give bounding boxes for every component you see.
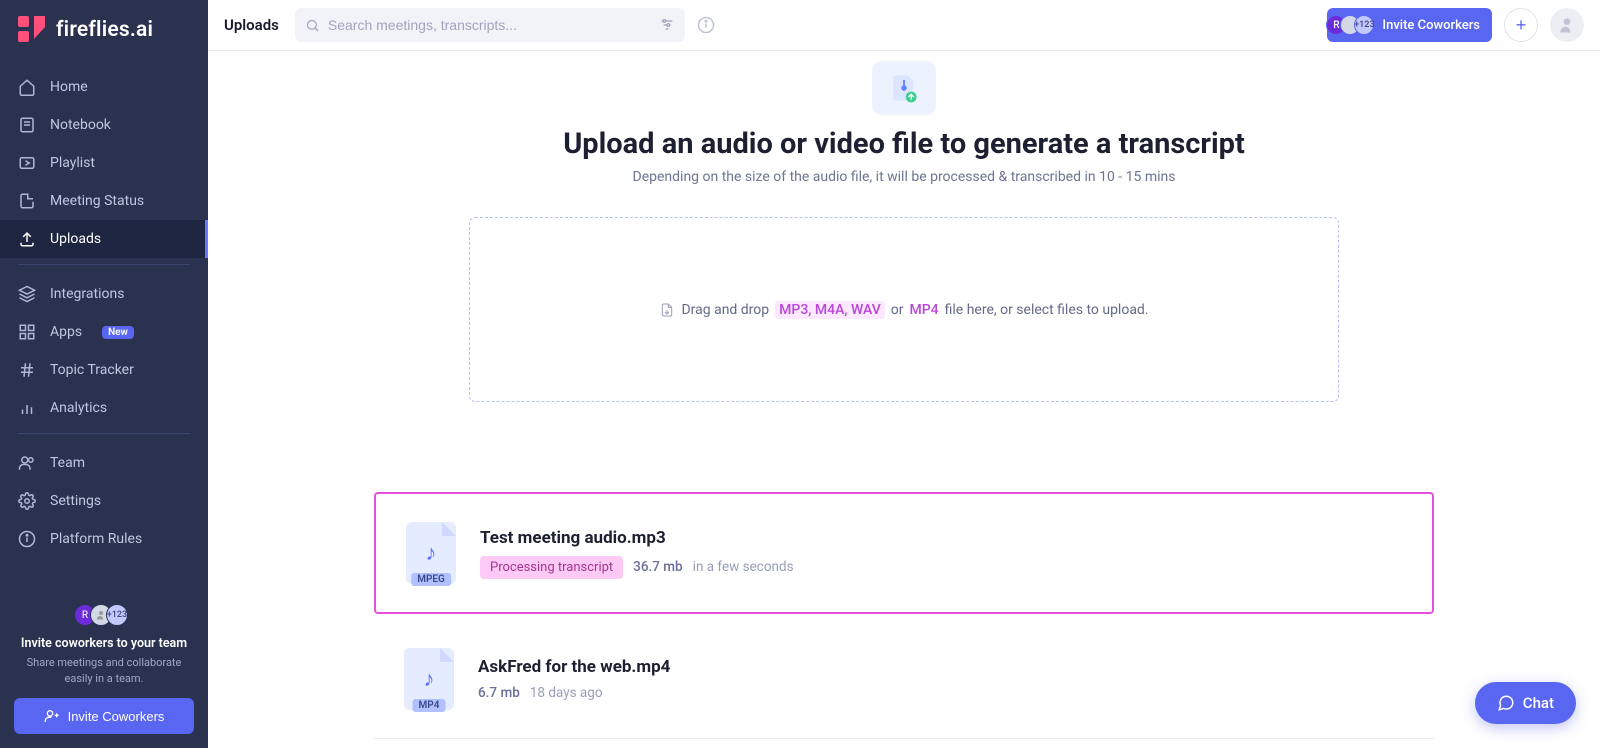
nav-label: Meeting Status [50,193,144,209]
divider [18,264,190,265]
file-icon: ♪ MP4 [404,648,454,710]
nav-label: Platform Rules [50,531,142,547]
file-size: 6.7 mb [478,685,520,701]
apps-icon [18,323,36,341]
avatar-more: +123 [1354,15,1374,35]
file-size: 36.7 mb [633,559,682,575]
new-badge: New [102,326,134,339]
search-icon [305,18,320,33]
sidebar-item-apps[interactable]: Apps New [0,313,208,351]
formats-audio: MP3, M4A, WAV [775,301,885,319]
sidebar-footer: R +123 Invite coworkers to your team Sha… [0,590,208,748]
file-ext-badge: MP4 [413,699,446,712]
status-badge: Processing transcript [480,556,623,579]
filter-icon[interactable] [659,17,675,33]
nav-label: Analytics [50,400,107,416]
formats-video: MP4 [910,302,939,318]
file-name: Test meeting audio.mp3 [480,528,794,548]
sidebar-item-settings[interactable]: Settings [0,482,208,520]
upload-hero-icon [872,61,936,115]
status-icon [18,192,36,210]
nav-label: Team [50,455,85,471]
search-field[interactable] [328,17,651,33]
upload-row[interactable]: ♪ MP4 AskFred for the web.mp4 6.7 mb 18 … [374,620,1434,739]
hash-icon [18,361,36,379]
file-drop-icon [659,302,675,318]
chat-icon [1497,694,1515,712]
nav-label: Settings [50,493,101,509]
nav-label: Topic Tracker [50,362,134,378]
content: Upload an audio or video file to generat… [208,51,1600,748]
sidebar-item-home[interactable]: Home [0,68,208,106]
divider [18,433,190,434]
footer-subtitle: Share meetings and collaborate easily in… [14,655,194,686]
footer-title: Invite coworkers to your team [14,636,194,651]
uploads-list: ♪ MPEG Test meeting audio.mp3 Processing… [374,492,1434,739]
home-icon [18,78,36,96]
logo-text: fireflies.ai [56,18,153,42]
nav-label: Apps [50,324,82,340]
file-time: 18 days ago [530,685,603,701]
nav-label: Integrations [50,286,124,302]
sidebar-item-meeting-status[interactable]: Meeting Status [0,182,208,220]
info-icon[interactable] [697,16,715,34]
page-title: Uploads [224,16,279,34]
upload-row[interactable]: ♪ MPEG Test meeting audio.mp3 Processing… [374,492,1434,614]
user-avatar[interactable] [1550,8,1584,42]
file-time: in a few seconds [693,559,794,575]
upload-icon [18,230,36,248]
avatar-stack: R +123 [14,604,194,626]
analytics-icon [18,399,36,417]
sidebar-item-notebook[interactable]: Notebook [0,106,208,144]
invite-coworkers-button[interactable]: Invite Coworkers [14,698,194,734]
avatar-more: +123 [106,604,128,626]
sidebar-item-topic-tracker[interactable]: Topic Tracker [0,351,208,389]
nav-label: Playlist [50,155,95,171]
file-name: AskFred for the web.mp4 [478,657,670,677]
upload-dropzone[interactable]: Drag and drop MP3, M4A, WAV or MP4 file … [469,217,1339,402]
integrations-icon [18,285,36,303]
topbar: Uploads R +123 Invite Coworkers + [208,0,1600,51]
sidebar-item-integrations[interactable]: Integrations [0,275,208,313]
notebook-icon [18,116,36,134]
sidebar-item-playlist[interactable]: Playlist [0,144,208,182]
hero-title: Upload an audio or video file to generat… [208,127,1600,161]
file-ext-badge: MPEG [411,573,451,586]
sidebar: fireflies.ai Home Notebook Playlist Meet… [0,0,208,748]
search-input[interactable] [295,8,685,42]
sidebar-item-analytics[interactable]: Analytics [0,389,208,427]
chat-button[interactable]: Chat [1475,682,1576,724]
sidebar-item-team[interactable]: Team [0,444,208,482]
main: Uploads R +123 Invite Coworkers + [208,0,1600,748]
team-icon [18,454,36,472]
add-button[interactable]: + [1504,8,1538,42]
invite-coworkers-pill[interactable]: R +123 Invite Coworkers [1327,8,1492,42]
nav-label: Home [50,79,88,95]
info-icon [18,530,36,548]
logo-icon [16,14,48,46]
hero-subtitle: Depending on the size of the audio file,… [208,169,1600,185]
nav-label: Uploads [50,231,101,247]
nav-label: Notebook [50,117,111,133]
gear-icon [18,492,36,510]
sidebar-item-platform-rules[interactable]: Platform Rules [0,520,208,558]
hero: Upload an audio or video file to generat… [208,51,1600,185]
playlist-icon [18,154,36,172]
file-icon: ♪ MPEG [406,522,456,584]
logo[interactable]: fireflies.ai [0,0,208,64]
sidebar-item-uploads[interactable]: Uploads [0,220,208,258]
